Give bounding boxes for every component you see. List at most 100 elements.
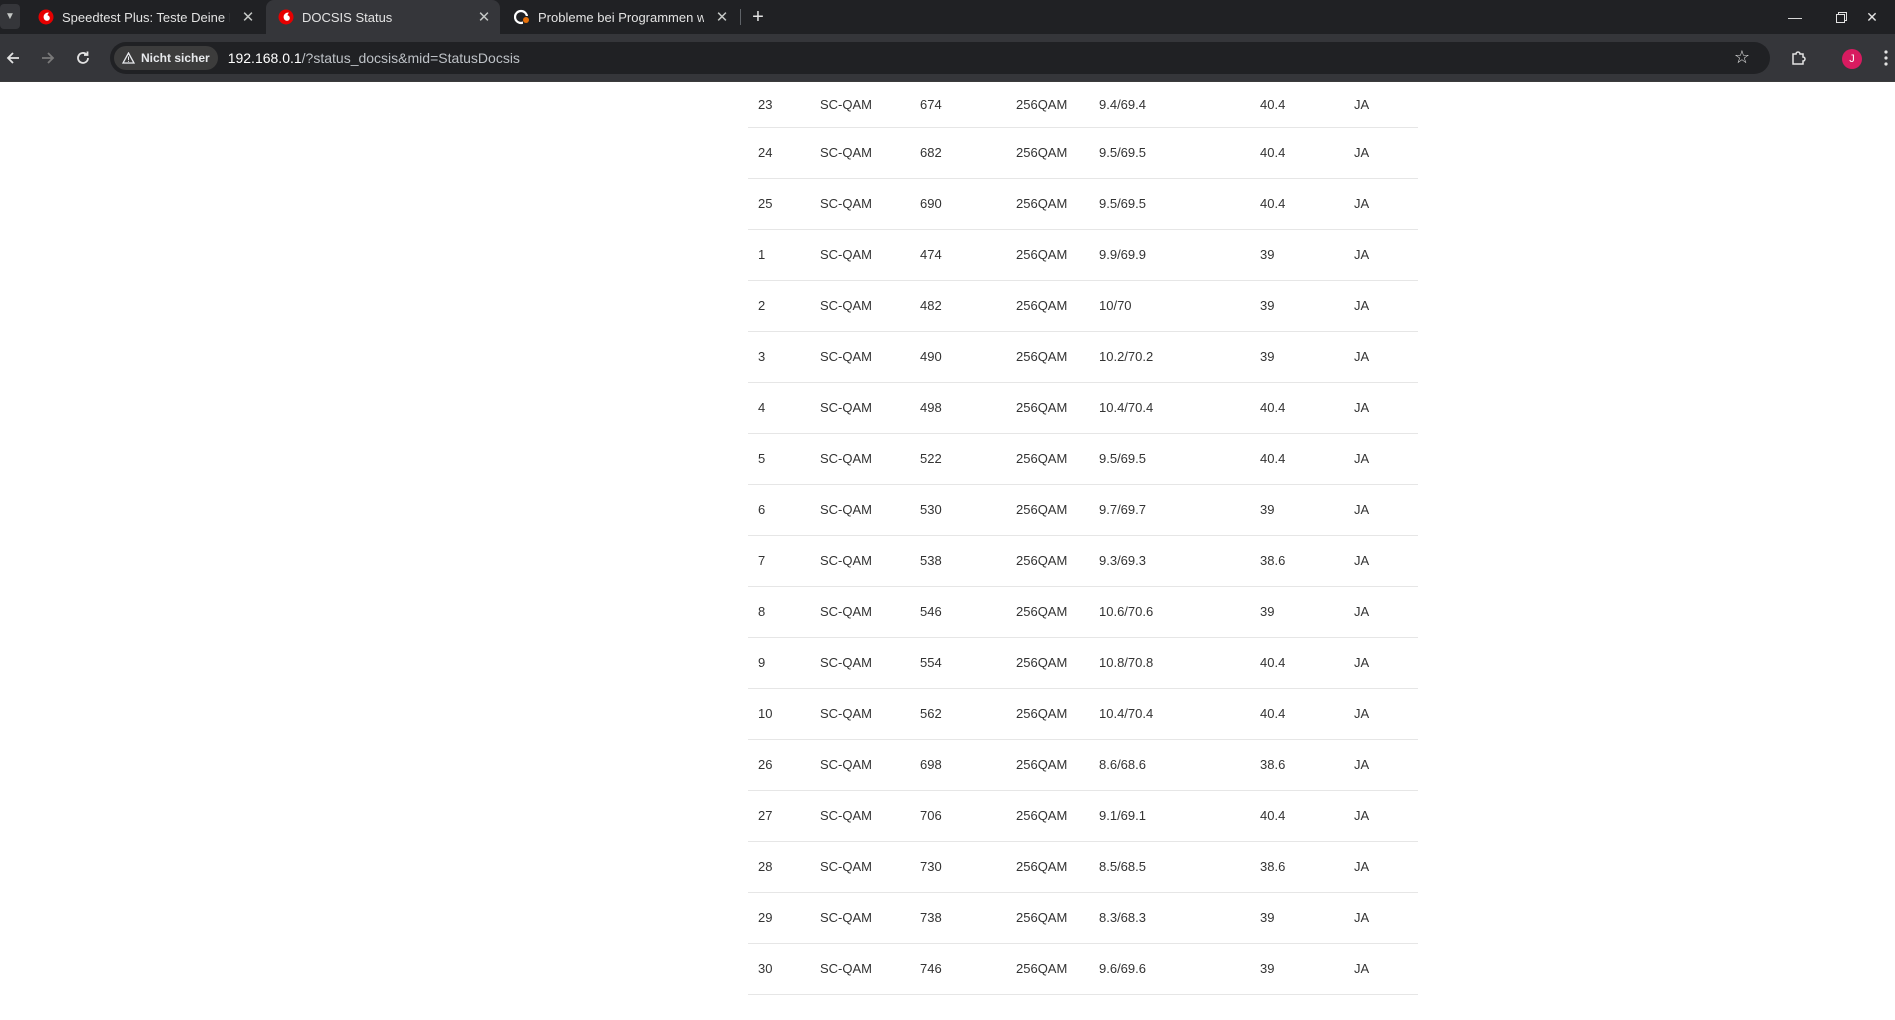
power-level-cell: 9.5/69.5 (1089, 178, 1250, 230)
more-vertical-icon (1884, 50, 1888, 66)
channel-id-cell: 24 (748, 127, 810, 179)
reload-icon (77, 51, 89, 64)
arrow-left-icon (6, 52, 19, 64)
back-button[interactable] (0, 45, 26, 71)
frequency-cell: 474 (910, 229, 1006, 281)
channel-type-cell: SC-QAM (810, 178, 910, 230)
channel-id-cell: 5 (748, 433, 810, 485)
frequency-cell: 562 (910, 688, 1006, 740)
modulation-cell: 256QAM (1006, 790, 1089, 842)
modulation-cell: 256QAM (1006, 229, 1089, 281)
modulation-cell: 256QAM (1006, 433, 1089, 485)
tab-docsis-status[interactable]: DOCSIS Status ✕ (266, 0, 500, 34)
channel-id-cell: 29 (748, 892, 810, 944)
snr-cell: 39 (1250, 892, 1344, 944)
table-body: 23 SC-QAM 674 256QAM 9.4/69.4 40.4 JA 24 SC-QAM 6… (748, 83, 1418, 995)
close-window-button[interactable]: ✕ (1849, 0, 1895, 34)
extensions-button[interactable] (1787, 46, 1811, 70)
table-row: 29 SC-QAM 738 256QAM 8.3/68.3 39 JA (748, 892, 1418, 944)
close-icon[interactable]: ✕ (714, 9, 730, 26)
tab-probleme[interactable]: Probleme bei Programmen wie ✕ (502, 0, 738, 34)
security-indicator[interactable]: Nicht sicher (114, 46, 218, 70)
snr-cell: 40.4 (1250, 433, 1344, 485)
snr-cell: 40.4 (1250, 790, 1344, 842)
tab-search-button[interactable]: ▼ (0, 4, 20, 29)
url-host: 192.168.0.1 (227, 50, 302, 66)
table-row: 2 SC-QAM 482 256QAM 10/70 39 JA (748, 280, 1418, 332)
channel-type-cell: SC-QAM (810, 127, 910, 179)
channel-type-cell: SC-QAM (810, 688, 910, 740)
table-row: 26 SC-QAM 698 256QAM 8.6/68.6 38.6 JA (748, 739, 1418, 791)
forward-button[interactable] (35, 45, 61, 71)
power-level-cell: 9.3/69.3 (1089, 535, 1250, 587)
channel-type-cell: SC-QAM (810, 484, 910, 536)
channel-id-cell: 30 (748, 943, 810, 995)
power-level-cell: 9.5/69.5 (1089, 433, 1250, 485)
table-row: 30 SC-QAM 746 256QAM 9.6/69.6 39 JA (748, 943, 1418, 995)
table-row: 5 SC-QAM 522 256QAM 9.5/69.5 40.4 JA (748, 433, 1418, 485)
url-path: /?status_docsis&mid=StatusDocsis (301, 50, 520, 66)
table-row: 27 SC-QAM 706 256QAM 9.1/69.1 40.4 JA (748, 790, 1418, 842)
power-level-cell: 10.6/70.6 (1089, 586, 1250, 638)
frequency-cell: 498 (910, 382, 1006, 434)
security-label: Nicht sicher (141, 51, 210, 65)
modulation-cell: 256QAM (1006, 841, 1089, 893)
lock-status-cell: JA (1344, 739, 1418, 791)
channel-type-cell: SC-QAM (810, 83, 910, 128)
lock-status-cell: JA (1344, 790, 1418, 842)
table-row: 23 SC-QAM 674 256QAM 9.4/69.4 40.4 JA (748, 83, 1418, 128)
lock-status-cell: JA (1344, 382, 1418, 434)
table-row: 9 SC-QAM 554 256QAM 10.8/70.8 40.4 JA (748, 637, 1418, 689)
close-icon[interactable]: ✕ (240, 9, 256, 26)
table-row: 6 SC-QAM 530 256QAM 9.7/69.7 39 JA (748, 484, 1418, 536)
power-level-cell: 10.2/70.2 (1089, 331, 1250, 383)
restore-icon (1835, 11, 1847, 23)
channel-type-cell: SC-QAM (810, 229, 910, 281)
lock-status-cell: JA (1344, 83, 1418, 128)
power-level-cell: 10.4/70.4 (1089, 688, 1250, 740)
power-level-cell: 9.9/69.9 (1089, 229, 1250, 281)
snr-cell: 40.4 (1250, 83, 1344, 128)
lock-status-cell: JA (1344, 484, 1418, 536)
frequency-cell: 538 (910, 535, 1006, 587)
snr-cell: 40.4 (1250, 688, 1344, 740)
channel-id-cell: 3 (748, 331, 810, 383)
bookmark-star-icon[interactable]: ☆ (1734, 47, 1750, 68)
power-level-cell: 9.4/69.4 (1089, 83, 1250, 128)
close-icon[interactable]: ✕ (476, 9, 492, 26)
modulation-cell: 256QAM (1006, 127, 1089, 179)
modulation-cell: 256QAM (1006, 739, 1089, 791)
channel-type-cell: SC-QAM (810, 433, 910, 485)
channel-type-cell: SC-QAM (810, 892, 910, 944)
url-text[interactable]: 192.168.0.1/?status_docsis&mid=StatusDoc… (228, 50, 520, 66)
tab-speedtest[interactable]: Speedtest Plus: Teste Deine Inte ✕ (26, 0, 264, 34)
new-tab-button[interactable]: + (746, 6, 770, 28)
channel-id-cell: 9 (748, 637, 810, 689)
tab-title: Probleme bei Programmen wie (538, 9, 704, 25)
modulation-cell: 256QAM (1006, 83, 1089, 128)
profile-avatar[interactable]: J (1842, 49, 1862, 69)
frequency-cell: 546 (910, 586, 1006, 638)
channel-id-cell: 23 (748, 83, 810, 128)
snr-cell: 39 (1250, 229, 1344, 281)
modulation-cell: 256QAM (1006, 331, 1089, 383)
browser-menu-button[interactable] (1874, 46, 1895, 70)
tab-title: Speedtest Plus: Teste Deine Inte (62, 9, 230, 25)
power-level-cell: 10/70 (1089, 280, 1250, 332)
frequency-cell: 698 (910, 739, 1006, 791)
channel-id-cell: 25 (748, 178, 810, 230)
browser-toolbar: Nicht sicher 192.168.0.1/?status_docsis&… (0, 34, 1895, 82)
power-level-cell: 9.1/69.1 (1089, 790, 1250, 842)
address-bar[interactable]: Nicht sicher 192.168.0.1/?status_docsis&… (110, 42, 1770, 74)
channel-id-cell: 28 (748, 841, 810, 893)
channel-type-cell: SC-QAM (810, 586, 910, 638)
minimize-button[interactable]: — (1772, 0, 1818, 34)
channel-type-cell: SC-QAM (810, 637, 910, 689)
reload-button[interactable] (70, 45, 96, 71)
channel-id-cell: 1 (748, 229, 810, 281)
modulation-cell: 256QAM (1006, 892, 1089, 944)
channel-type-cell: SC-QAM (810, 841, 910, 893)
channel-type-cell: SC-QAM (810, 790, 910, 842)
frequency-cell: 706 (910, 790, 1006, 842)
puzzle-icon (1792, 51, 1806, 65)
